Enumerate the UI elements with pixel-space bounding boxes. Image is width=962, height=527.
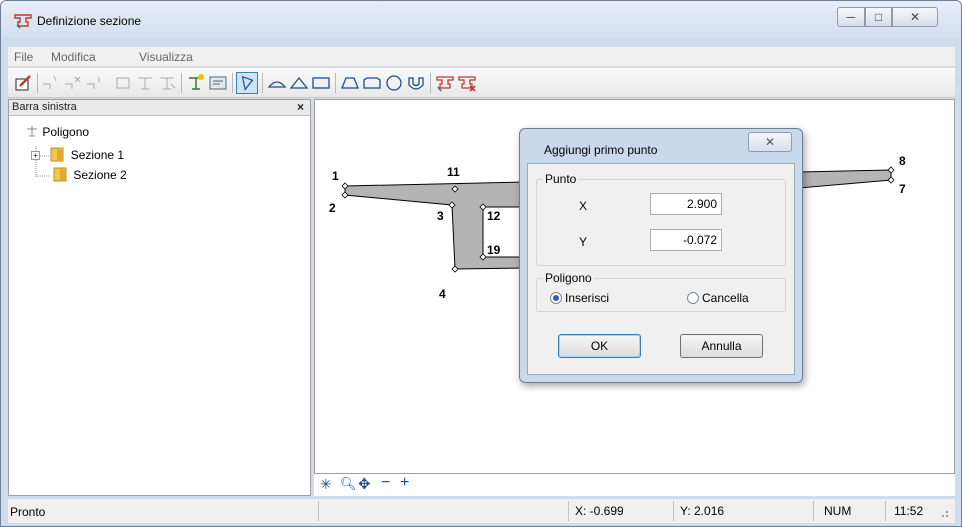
section-remove-icon[interactable]: [156, 72, 178, 94]
point-label: 8: [899, 154, 906, 168]
point-label: 19: [487, 243, 501, 257]
fit-all-icon[interactable]: ✳: [320, 476, 332, 493]
point-label: 4: [439, 287, 446, 301]
close-icon: ✕: [909, 10, 921, 24]
toolbar-separator: [430, 73, 431, 93]
toolbar-separator: [37, 73, 38, 93]
tree-root-poligono[interactable]: Poligono: [25, 124, 89, 139]
cancel-button[interactable]: Annulla: [680, 334, 763, 358]
polygon-node-icon: [27, 126, 37, 137]
circle-shape-icon[interactable]: [383, 72, 405, 94]
section-delete-icon[interactable]: [456, 72, 478, 94]
toolbar: [8, 68, 955, 98]
radio-selected-icon: [550, 292, 562, 304]
maximize-icon: □: [874, 10, 883, 24]
tree-item-sezione-2[interactable]: Sezione 2: [52, 166, 127, 182]
expand-icon[interactable]: +: [31, 151, 40, 160]
folder-icon: [50, 147, 64, 162]
dialog-body: Punto X Y Poligono Inserisci Cancella OK…: [527, 163, 795, 375]
app-icon: [14, 14, 32, 29]
edit-section-icon[interactable]: [12, 72, 34, 94]
status-text: Pronto: [10, 505, 46, 519]
point-label: 11: [447, 165, 460, 179]
point-label: 12: [487, 209, 501, 223]
u-shape-icon[interactable]: [405, 72, 427, 94]
zoom-window-icon[interactable]: 🔍︎: [340, 476, 357, 492]
delete-point-icon[interactable]: [62, 72, 84, 94]
main-window: Definizione sezione ─ □ ✕ File Modifica …: [0, 0, 962, 527]
x-field[interactable]: [650, 193, 722, 215]
chamfer-shape-icon[interactable]: [361, 72, 383, 94]
radio-unselected-icon: [687, 292, 699, 304]
pan-icon[interactable]: ✥: [358, 475, 371, 493]
status-y: Y: 2.016: [673, 501, 811, 521]
dialog-close-button[interactable]: ✕: [748, 132, 792, 152]
menu-bar: File Modifica Visualizza: [8, 47, 955, 67]
point-label: 3: [437, 209, 444, 223]
select-tool-icon[interactable]: [236, 72, 258, 94]
status-num: NUM: [813, 501, 883, 521]
title-bar[interactable]: Definizione sezione ─ □ ✕: [1, 1, 961, 38]
section-tool-icon[interactable]: [434, 72, 456, 94]
polygon-icon[interactable]: [112, 72, 134, 94]
resize-grip-icon[interactable]: [936, 505, 950, 519]
point-label: 1: [332, 169, 339, 183]
tree-item-label: Sezione 2: [73, 168, 127, 182]
section-add-icon[interactable]: [134, 72, 156, 94]
toolbar-separator: [262, 73, 263, 93]
arc-shape-icon[interactable]: [266, 72, 288, 94]
add-first-point-dialog: Aggiungi primo punto ✕ Punto X Y Poligon…: [519, 128, 803, 383]
tree-root-label: Poligono: [42, 125, 90, 139]
close-button[interactable]: ✕: [892, 7, 938, 27]
trapezoid-shape-icon[interactable]: [339, 72, 361, 94]
move-point-icon[interactable]: [84, 72, 106, 94]
rectangle-shape-icon[interactable]: [310, 72, 332, 94]
section-polygon-right: [798, 169, 892, 189]
status-x: X: -0.699: [568, 501, 668, 521]
minimize-icon: ─: [846, 10, 856, 24]
minimize-button[interactable]: ─: [837, 7, 865, 27]
menu-modifica[interactable]: Modifica: [51, 50, 96, 64]
properties-icon[interactable]: [207, 72, 229, 94]
tree-item-sezione-1[interactable]: + Sezione 1: [31, 146, 124, 162]
left-sidebar: Barra sinistra × Poligono + Sezione 1 Se…: [8, 99, 311, 496]
x-label: X: [579, 199, 588, 213]
y-label: Y: [579, 235, 588, 249]
point-label: 7: [899, 182, 906, 196]
toolbar-separator: [335, 73, 336, 93]
toolbar-separator: [181, 73, 182, 93]
maximize-button[interactable]: □: [865, 7, 892, 27]
zoom-out-icon[interactable]: −: [381, 474, 390, 492]
status-spacer: [318, 501, 566, 521]
radio-inserisci-label: Inserisci: [565, 291, 610, 305]
punto-group-label: Punto: [543, 172, 579, 186]
menu-visualizza[interactable]: Visualizza: [139, 50, 193, 64]
window-title: Definizione sezione: [37, 14, 142, 28]
poligono-group: Poligono Inserisci Cancella: [536, 271, 786, 312]
menu-file[interactable]: File: [14, 50, 33, 64]
toolbar-separator: [232, 73, 233, 93]
add-point-icon[interactable]: [40, 72, 62, 94]
ok-button[interactable]: OK: [558, 334, 641, 358]
punto-group: Punto X Y: [536, 172, 786, 266]
status-bar: Pronto X: -0.699 Y: 2.016 NUM 11:52: [8, 499, 955, 523]
poligono-group-label: Poligono: [543, 271, 594, 285]
zoom-toolbar: ✳ 🔍︎ ✥ − +: [314, 474, 955, 496]
y-field[interactable]: [650, 229, 722, 251]
radio-cancella[interactable]: Cancella: [687, 291, 749, 305]
radio-cancella-label: Cancella: [702, 291, 749, 305]
triangle-shape-icon[interactable]: [288, 72, 310, 94]
dialog-title: Aggiungi primo punto: [544, 143, 658, 157]
zoom-in-icon[interactable]: +: [400, 474, 409, 492]
tree-item-label: Sezione 1: [70, 148, 125, 162]
status-time: 11:52: [885, 501, 931, 521]
radio-inserisci[interactable]: Inserisci: [550, 291, 609, 305]
folder-icon: [53, 167, 67, 182]
point-label: 2: [329, 201, 336, 215]
close-icon: ✕: [764, 135, 776, 149]
new-section-icon[interactable]: [185, 72, 207, 94]
